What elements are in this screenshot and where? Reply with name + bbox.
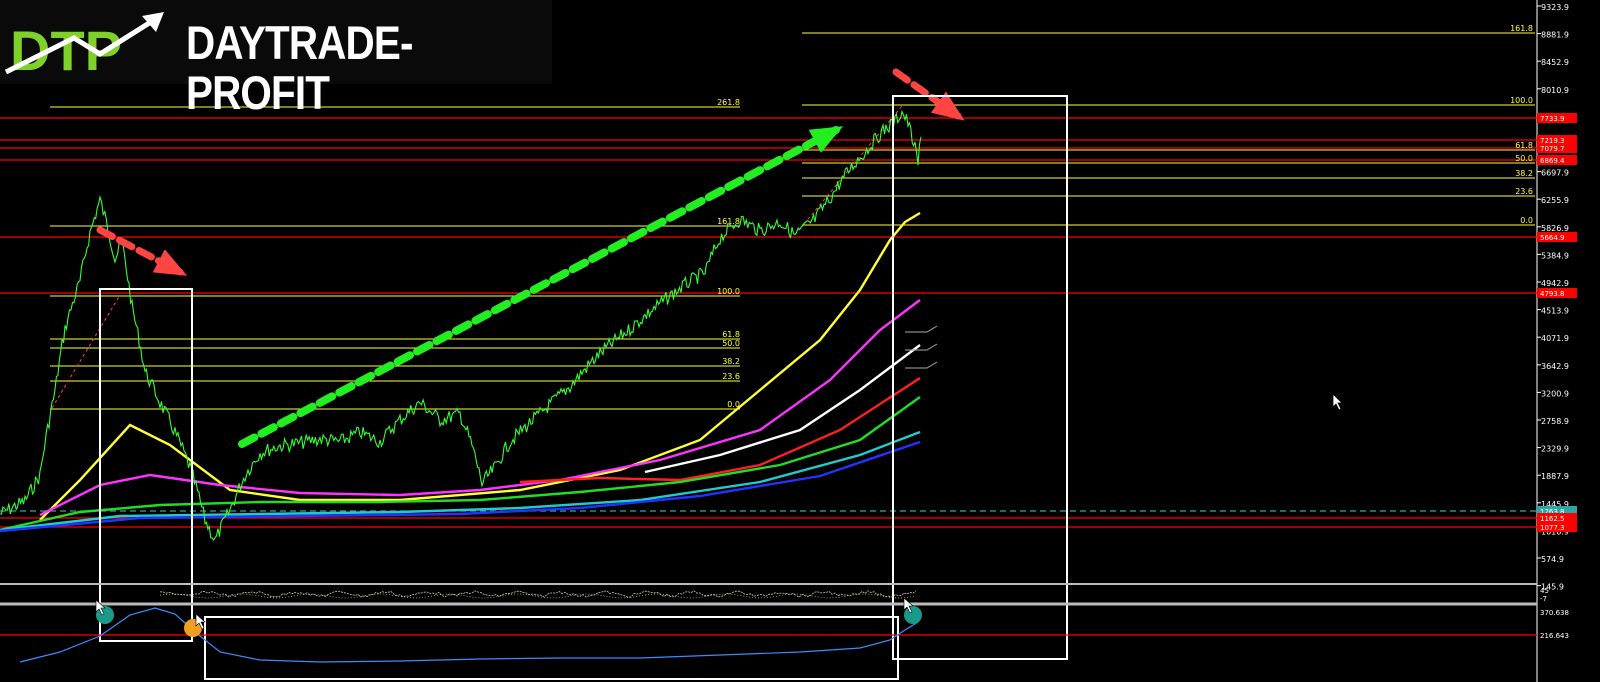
fib-level-label: 100.0 bbox=[1510, 96, 1533, 105]
fib-anchor-line bbox=[51, 294, 121, 409]
green-up-arrow-bull-run-shaft bbox=[238, 126, 840, 448]
indicator-tick-label: -7 bbox=[1540, 595, 1547, 603]
price-tick-label: 574.9 bbox=[1541, 555, 1564, 564]
logo-wordmark: DAYTRADE-PROFIT bbox=[186, 16, 413, 119]
fib-level-label: 38.2 bbox=[722, 357, 740, 366]
indicator-highlight-box bbox=[204, 616, 899, 680]
indicator-tick-label: 370.638 bbox=[1540, 609, 1569, 617]
price-tick-label: 3642.9 bbox=[1541, 362, 1569, 371]
price-label-text: 7733.9 bbox=[1540, 115, 1565, 123]
top-2000-box bbox=[99, 288, 193, 642]
price-label-text: 5664.9 bbox=[1540, 234, 1565, 242]
signal-dot-teal-right bbox=[904, 606, 922, 624]
price-tick-label: 3200.9 bbox=[1541, 389, 1569, 398]
indicator-tick-label: 216.643 bbox=[1540, 632, 1569, 640]
price-tick-label: 8881.9 bbox=[1541, 31, 1569, 40]
fib-level-label: 100.0 bbox=[717, 287, 740, 296]
price-tick-label: 2329.9 bbox=[1541, 445, 1569, 454]
fib-level-label: 261.8 bbox=[717, 98, 740, 107]
logo-mark-text: DTP bbox=[10, 19, 122, 76]
fib-level-label: 23.6 bbox=[1515, 187, 1533, 196]
fib-level-label: 0.0 bbox=[1520, 216, 1533, 225]
price-tick-label: 5384.9 bbox=[1541, 251, 1569, 260]
trading-chart: 9323.98881.98452.98010.97568.97126.96697… bbox=[0, 0, 1600, 682]
price-tick-label: 8010.9 bbox=[1541, 86, 1569, 95]
fib-level-label: 161.8 bbox=[1510, 24, 1533, 33]
mouse-pointer-icon bbox=[1332, 393, 1343, 411]
price-tick-label: 4513.9 bbox=[1541, 307, 1569, 316]
fib-level-label: 50.0 bbox=[722, 339, 740, 348]
fractal-mark bbox=[905, 343, 938, 351]
fib-level-label: 161.8 bbox=[717, 217, 740, 226]
price-tick-label: 8452.9 bbox=[1541, 58, 1569, 67]
dtp-logo-icon: DTP bbox=[4, 12, 164, 76]
indicator-tick-label: 45 bbox=[1540, 587, 1549, 595]
fractal-mark bbox=[905, 361, 938, 369]
price-label-text: 1162.5 bbox=[1540, 515, 1565, 523]
fib-level-label: 61.8 bbox=[722, 330, 740, 339]
price-tick-label: 9323.9 bbox=[1541, 3, 1569, 12]
price-tick-label: 2758.9 bbox=[1541, 417, 1569, 426]
price-tick-label: 5826.9 bbox=[1541, 224, 1569, 233]
fractal-mark bbox=[905, 325, 938, 333]
fib-anchor-line bbox=[803, 105, 903, 225]
price-tick-label: 6697.9 bbox=[1541, 169, 1569, 178]
fib-level-label: 38.2 bbox=[1515, 169, 1533, 178]
price-label-text: 4793.8 bbox=[1540, 290, 1565, 298]
ma-cyan bbox=[0, 430, 921, 532]
fib-level-label: 50.0 bbox=[1515, 154, 1533, 163]
ma-red bbox=[519, 376, 921, 484]
price-tick-label: 1887.9 bbox=[1541, 472, 1569, 481]
price-tick-label: 4942.9 bbox=[1541, 279, 1569, 288]
price-label-text: 7079.7 bbox=[1540, 145, 1565, 153]
fib-level-label: 61.8 bbox=[1515, 141, 1533, 150]
price-tick-label: 6255.9 bbox=[1541, 196, 1569, 205]
price-label-text: 6869.4 bbox=[1540, 157, 1565, 165]
price-tick-label: 4071.9 bbox=[1541, 334, 1569, 343]
brand-logo: DTP DAYTRADE-PROFIT bbox=[0, 0, 552, 118]
fib-level-label: 23.6 bbox=[722, 372, 740, 381]
ma-magenta bbox=[39, 299, 921, 517]
price-label-text: 1077.3 bbox=[1540, 524, 1565, 532]
